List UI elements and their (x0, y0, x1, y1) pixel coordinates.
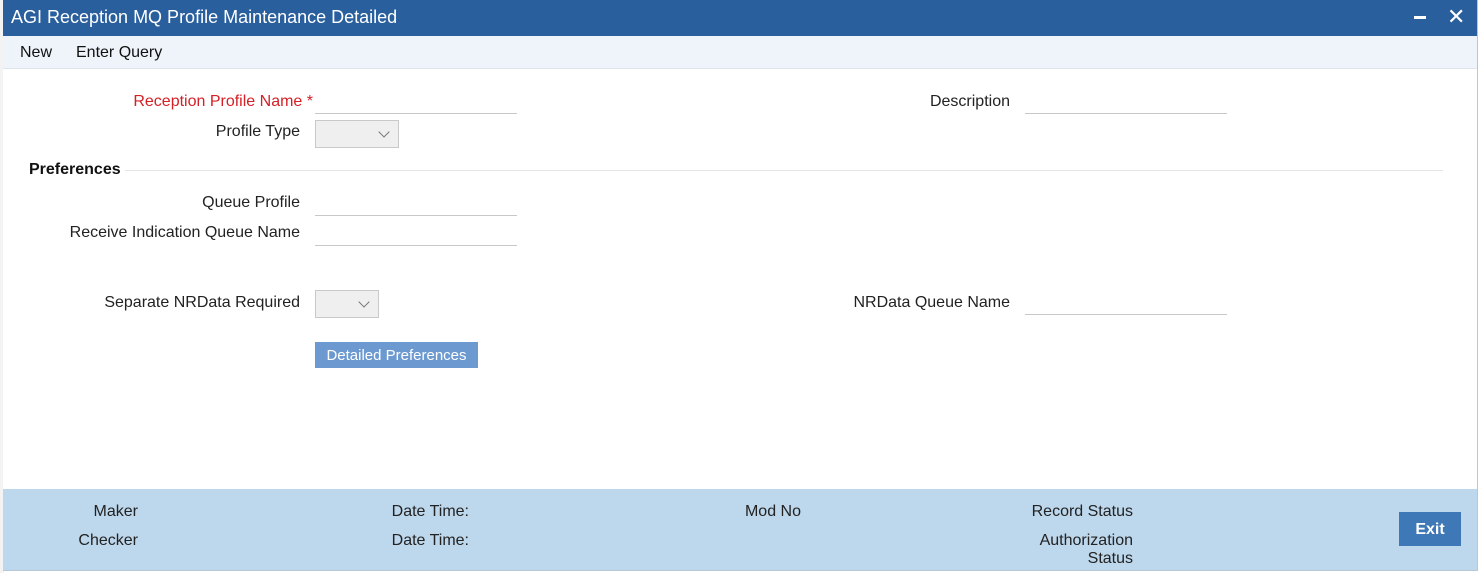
required-marker: * (306, 93, 313, 110)
maker-label: Maker (93, 503, 138, 520)
minimize-icon[interactable] (1414, 16, 1426, 19)
chevron-down-icon (378, 126, 390, 138)
profile-type-select[interactable] (315, 120, 399, 148)
nrdata-queue-name-label: NRData Queue Name (853, 294, 1010, 311)
description-input[interactable] (1025, 91, 1227, 114)
nrdata-queue-name-input[interactable] (1025, 292, 1227, 315)
section-divider (125, 170, 1443, 171)
authorization-status-label: Status (1087, 550, 1133, 567)
detailed-preferences-button[interactable]: Detailed Preferences (315, 342, 478, 368)
menu-new[interactable]: New (20, 44, 52, 62)
menu-enter-query[interactable]: Enter Query (76, 44, 162, 62)
audit-footer: Maker Checker Date Time: Date Time: Mod … (3, 489, 1477, 570)
maker-date-time-label: Date Time: (391, 503, 469, 520)
exit-button[interactable]: Exit (1399, 512, 1461, 546)
description-label: Description (929, 93, 1010, 110)
close-icon[interactable]: ✕ (1447, 5, 1465, 29)
title-bar[interactable]: AGI Reception MQ Profile Maintenance Det… (3, 0, 1477, 36)
reception-profile-name-label: Reception Profile Name * (133, 93, 313, 110)
window-title: AGI Reception MQ Profile Maintenance Det… (11, 7, 398, 27)
authorization-label: Authorization (1039, 532, 1133, 549)
reception-profile-name-input[interactable] (315, 91, 517, 114)
mod-no-label: Mod No (744, 503, 801, 520)
checker-label: Checker (78, 532, 138, 549)
chevron-down-icon (358, 296, 370, 308)
profile-type-label: Profile Type (215, 123, 300, 140)
preferences-section-title: Preferences (29, 161, 121, 178)
receive-indication-queue-name-label: Receive Indication Queue Name (69, 224, 300, 241)
receive-indication-queue-name-input[interactable] (315, 223, 517, 246)
record-status-label: Record Status (1031, 503, 1133, 520)
profile-maintenance-window: AGI Reception MQ Profile Maintenance Det… (3, 0, 1478, 571)
separate-nrdata-required-select[interactable] (315, 290, 379, 318)
checker-date-time-label: Date Time: (391, 532, 469, 549)
queue-profile-input[interactable] (315, 193, 517, 216)
menu-bar: New Enter Query (3, 36, 1477, 69)
queue-profile-label: Queue Profile (202, 194, 300, 211)
separate-nrdata-required-label: Separate NRData Required (104, 294, 300, 311)
